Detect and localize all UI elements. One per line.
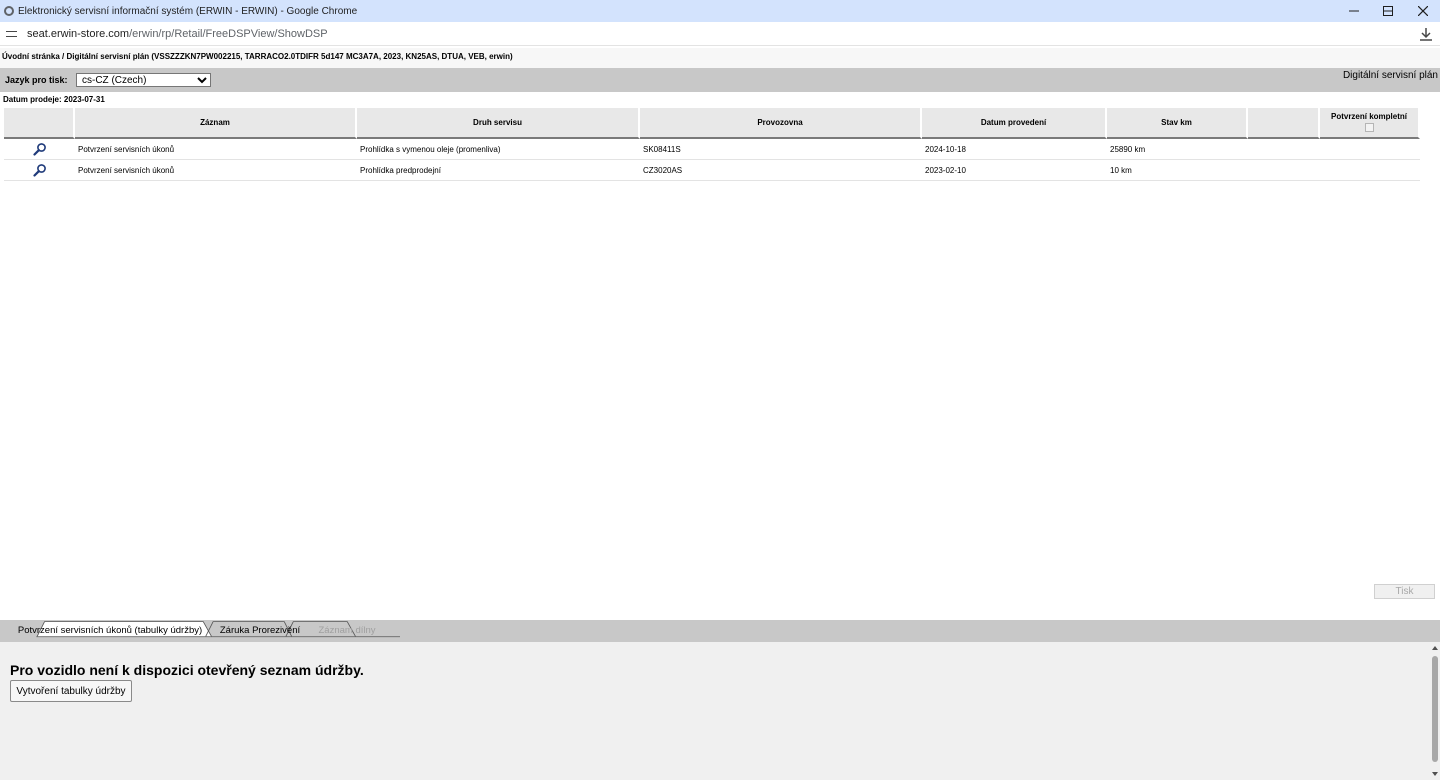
cell-km: 10 km: [1107, 160, 1248, 181]
tab-strip: Potvrzení servisních úkonů (tabulky údrž…: [0, 620, 1440, 642]
cell-empty: [1248, 160, 1320, 181]
site-favicon-icon: [4, 6, 14, 16]
magnifier-icon[interactable]: [32, 142, 47, 156]
panel-scrollbar[interactable]: [1430, 642, 1440, 780]
cell-confirmation: [1320, 139, 1420, 160]
column-header-confirmation: Potvrzení kompletní: [1320, 108, 1420, 139]
window-title: Elektronický servisní informační systém …: [18, 5, 358, 17]
minimize-button[interactable]: [1337, 0, 1371, 22]
cell-km: 25890 km: [1107, 139, 1248, 160]
print-language-select[interactable]: cs-CZ (Czech): [76, 73, 211, 87]
service-records-table: Záznam Druh servisu Provozovna Datum pro…: [4, 108, 1420, 181]
cell-record: Potvrzení servisních úkonů: [75, 160, 357, 181]
cell-date: 2024-10-18: [922, 139, 1107, 160]
row-detail-cell[interactable]: [4, 160, 75, 181]
cell-confirmation: [1320, 160, 1420, 181]
download-icon[interactable]: [1418, 26, 1434, 42]
toolbar: Jazyk pro tisk: cs-CZ (Czech) Digitální …: [0, 68, 1440, 92]
confirm-all-checkbox[interactable]: [1364, 122, 1374, 132]
maximize-button[interactable]: [1371, 0, 1405, 22]
cell-workshop: CZ3020AS: [640, 160, 922, 181]
tab-corrosion-warranty[interactable]: Záruka Prorezivění: [212, 622, 308, 640]
confirmation-header-label: Potvrzení kompletní: [1330, 111, 1407, 121]
column-header-icon: [4, 108, 75, 139]
sale-date: Datum prodeje: 2023-07-31: [3, 95, 105, 104]
tab-maintenance-confirmation[interactable]: Potvrzení servisních úkonů (tabulky údrž…: [10, 622, 210, 640]
cell-record: Potvrzení servisních úkonů: [75, 139, 357, 160]
table-header-row: Záznam Druh servisu Provozovna Datum pro…: [4, 108, 1420, 139]
magnifier-icon[interactable]: [32, 163, 47, 177]
page-title: Digitální servisní plán: [1342, 70, 1438, 81]
cell-date: 2023-02-10: [922, 160, 1107, 181]
column-header-service-type[interactable]: Druh servisu: [357, 108, 640, 139]
maintenance-panel: Pro vozidlo není k dispozici otevřený se…: [0, 642, 1430, 780]
create-maintenance-table-button[interactable]: Vytvoření tabulky údržby: [10, 680, 132, 702]
cell-empty: [1248, 139, 1320, 160]
table-row[interactable]: Potvrzení servisních úkonů Prohlídka pre…: [4, 160, 1420, 181]
cell-service-type: Prohlídka predprodejní: [357, 160, 640, 181]
column-header-date[interactable]: Datum provedení: [922, 108, 1107, 139]
column-header-workshop[interactable]: Provozovna: [640, 108, 922, 139]
close-button[interactable]: [1406, 0, 1440, 22]
no-maintenance-list-message: Pro vozidlo není k dispozici otevřený se…: [10, 662, 364, 678]
url-text[interactable]: seat.erwin-store.com/erwin/rp/Retail/Fre…: [27, 28, 328, 40]
tab-workshop-record: Záznam dílny: [318, 625, 376, 636]
breadcrumb: Úvodní stránka / Digitální servisní plán…: [0, 48, 1440, 68]
site-info-icon[interactable]: [6, 28, 20, 40]
address-bar[interactable]: seat.erwin-store.com/erwin/rp/Retail/Fre…: [0, 22, 1440, 46]
scroll-thumb[interactable]: [1432, 656, 1438, 762]
print-language-label: Jazyk pro tisk:: [5, 75, 68, 85]
column-header-empty: [1248, 108, 1320, 139]
scroll-down-icon[interactable]: [1432, 772, 1438, 776]
column-header-record[interactable]: Záznam: [75, 108, 357, 139]
row-detail-cell[interactable]: [4, 139, 75, 160]
table-row[interactable]: Potvrzení servisních úkonů Prohlídka s v…: [4, 139, 1420, 160]
window-titlebar: Elektronický servisní informační systém …: [0, 0, 1440, 22]
scroll-up-icon[interactable]: [1432, 646, 1438, 650]
column-header-km[interactable]: Stav km: [1107, 108, 1248, 139]
cell-workshop: SK08411S: [640, 139, 922, 160]
print-button[interactable]: Tisk: [1374, 584, 1435, 599]
cell-service-type: Prohlídka s vymenou oleje (promenliva): [357, 139, 640, 160]
